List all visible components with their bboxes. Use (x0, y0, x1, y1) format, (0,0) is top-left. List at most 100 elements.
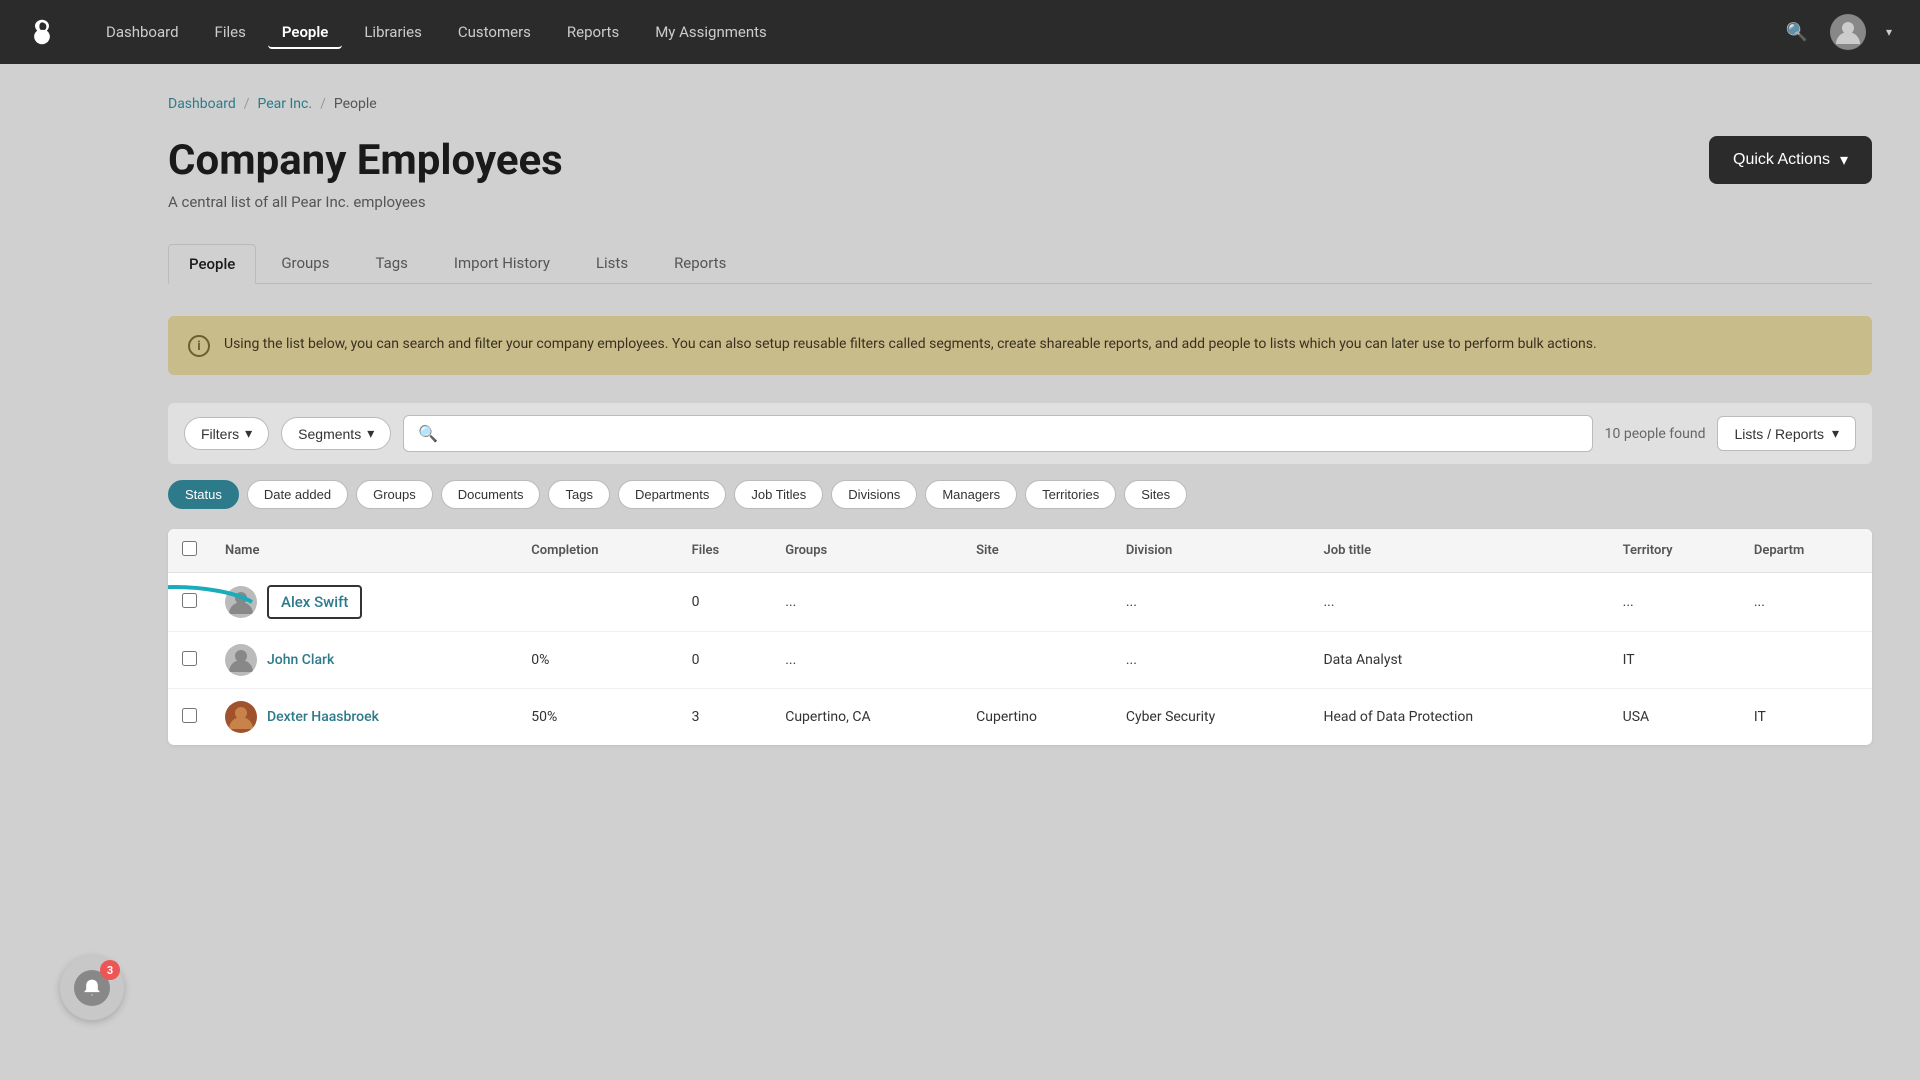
header-department: Departm (1740, 529, 1872, 573)
person-territory-alex: ... (1609, 573, 1740, 632)
person-files-john: 0 (678, 632, 772, 689)
tab-people[interactable]: People (168, 244, 256, 284)
filters-label: Filters (201, 426, 239, 442)
nav-people[interactable]: People (268, 15, 343, 49)
row-checkbox-cell (168, 689, 211, 746)
person-site-alex (962, 573, 1112, 632)
row-checkbox[interactable] (182, 593, 197, 608)
nav-files[interactable]: Files (201, 15, 260, 49)
breadcrumb-sep-1: / (244, 96, 250, 112)
header-territory: Territory (1609, 529, 1740, 573)
header-checkbox-cell (168, 529, 211, 573)
chip-groups[interactable]: Groups (356, 480, 433, 509)
page-header: Company Employees A central list of all … (168, 136, 1872, 211)
nav-libraries[interactable]: Libraries (350, 15, 436, 49)
tab-lists[interactable]: Lists (575, 243, 649, 283)
person-link-dexter-haasbroek[interactable]: Dexter Haasbroek (267, 709, 379, 725)
main-content: Dashboard / Pear Inc. / People Company E… (120, 64, 1920, 1080)
notification-widget[interactable]: 3 (60, 956, 124, 1020)
chip-status[interactable]: Status (168, 480, 239, 509)
segments-button[interactable]: Segments ▾ (281, 417, 391, 450)
nav-reports[interactable]: Reports (553, 15, 633, 49)
select-all-checkbox[interactable] (182, 541, 197, 556)
person-territory-dexter: USA (1609, 689, 1740, 746)
tab-groups[interactable]: Groups (260, 243, 350, 283)
info-banner: i Using the list below, you can search a… (168, 316, 1872, 375)
tab-import-history[interactable]: Import History (433, 243, 571, 283)
left-sidebar (0, 64, 120, 1080)
person-site-john (962, 632, 1112, 689)
table-body: Alex Swift (168, 573, 1872, 746)
person-division-dexter: Cyber Security (1112, 689, 1310, 746)
row-checkbox[interactable] (182, 708, 197, 723)
person-name-cell: Dexter Haasbroek (211, 689, 517, 746)
nav-assignments[interactable]: My Assignments (641, 15, 781, 49)
person-link-alex-swift[interactable]: Alex Swift (281, 593, 348, 611)
breadcrumb-current: People (334, 96, 377, 112)
person-site-dexter: Cupertino (962, 689, 1112, 746)
chip-date-added[interactable]: Date added (247, 480, 348, 509)
row-checkbox[interactable] (182, 651, 197, 666)
quick-actions-wrapper: Quick Actions ▾ (1709, 136, 1872, 184)
chip-sites[interactable]: Sites (1124, 480, 1187, 509)
person-avatar-alex (225, 586, 257, 618)
header-site: Site (962, 529, 1112, 573)
breadcrumb-dashboard[interactable]: Dashboard (168, 96, 236, 112)
segments-chevron-icon: ▾ (367, 425, 374, 442)
chip-divisions[interactable]: Divisions (831, 480, 917, 509)
person-cell-dexter: Dexter Haasbroek (225, 701, 503, 733)
chip-job-titles[interactable]: Job Titles (734, 480, 823, 509)
filters-button[interactable]: Filters ▾ (184, 417, 269, 450)
table-row: John Clark 0% 0 ... ... Data Analyst IT (168, 632, 1872, 689)
quick-actions-label: Quick Actions (1733, 151, 1830, 169)
lists-reports-button[interactable]: Lists / Reports ▾ (1717, 416, 1856, 451)
user-avatar-button[interactable] (1830, 14, 1866, 50)
lists-reports-chevron-icon: ▾ (1832, 425, 1839, 442)
tabs-bar: People Groups Tags Import History Lists … (168, 243, 1872, 284)
chip-tags[interactable]: Tags (548, 480, 609, 509)
chip-territories[interactable]: Territories (1025, 480, 1116, 509)
person-division-john: ... (1112, 632, 1310, 689)
tab-tags[interactable]: Tags (354, 243, 428, 283)
header-name: Name (211, 529, 517, 573)
person-cell-alex: Alex Swift (225, 585, 503, 619)
row-checkbox-cell (168, 632, 211, 689)
chip-managers[interactable]: Managers (925, 480, 1017, 509)
person-link-john-clark[interactable]: John Clark (267, 652, 334, 668)
nav-dashboard[interactable]: Dashboard (92, 15, 193, 49)
header-division: Division (1112, 529, 1310, 573)
header-groups: Groups (771, 529, 962, 573)
search-input[interactable] (446, 426, 1577, 442)
alex-swift-highlight-box: Alex Swift (267, 585, 362, 619)
header-completion: Completion (517, 529, 677, 573)
table-header: Name Completion Files Groups Site Divisi… (168, 529, 1872, 573)
people-count: 10 people found (1605, 426, 1706, 442)
user-menu-chevron[interactable]: ▾ (1882, 21, 1896, 43)
quick-actions-chevron-icon: ▾ (1840, 150, 1848, 170)
person-jobtitle-alex: ... (1309, 573, 1608, 632)
quick-actions-button[interactable]: Quick Actions ▾ (1709, 136, 1872, 184)
person-groups-alex: ... (771, 573, 962, 632)
logo[interactable] (24, 14, 60, 50)
person-files-dexter: 3 (678, 689, 772, 746)
search-bar[interactable]: 🔍 (403, 415, 1592, 452)
person-department-dexter: IT (1740, 689, 1872, 746)
chip-departments[interactable]: Departments (618, 480, 726, 509)
global-search-button[interactable]: 🔍 (1780, 16, 1814, 49)
people-table: Name Completion Files Groups Site Divisi… (168, 529, 1872, 745)
page-subtitle: A central list of all Pear Inc. employee… (168, 193, 563, 211)
chip-documents[interactable]: Documents (441, 480, 541, 509)
person-jobtitle-john: Data Analyst (1309, 632, 1608, 689)
nav-customers[interactable]: Customers (444, 15, 545, 49)
search-icon: 🔍 (418, 424, 438, 443)
person-division-alex: ... (1112, 573, 1310, 632)
person-department-john (1740, 632, 1872, 689)
breadcrumb-company[interactable]: Pear Inc. (258, 96, 313, 112)
person-completion-dexter: 50% (517, 689, 677, 746)
notification-badge: 3 (100, 960, 120, 980)
tab-reports[interactable]: Reports (653, 243, 747, 283)
person-files-alex: 0 (678, 573, 772, 632)
nav-links: Dashboard Files People Libraries Custome… (92, 15, 1780, 49)
info-banner-text: Using the list below, you can search and… (224, 334, 1597, 355)
table-row: Dexter Haasbroek 50% 3 Cupertino, CA Cup… (168, 689, 1872, 746)
